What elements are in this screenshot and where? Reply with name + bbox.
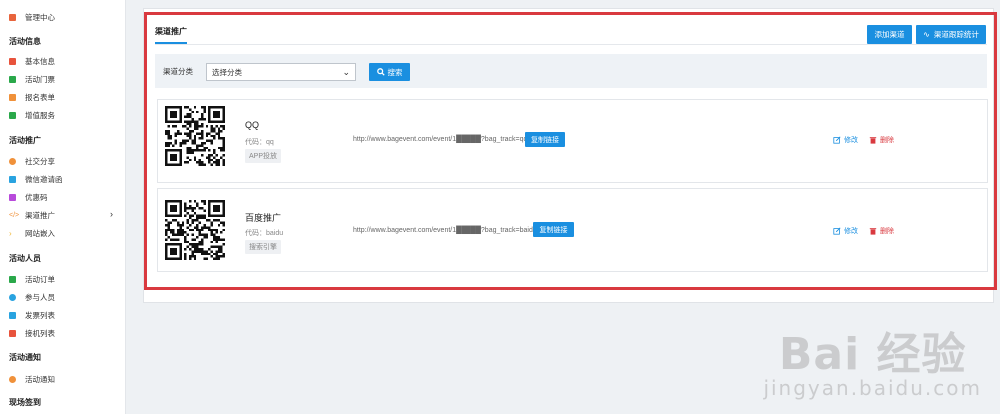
sidebar-item-basic-info[interactable]: 基本信息 [9,54,119,68]
sidebar-item-channel-promotion[interactable]: </> 渠道推广 › [9,208,119,222]
sidebar: 管理中心 活动信息 基本信息 活动门票 报名表单 增值服务 活动推广 社交分享 … [0,0,126,414]
sidebar-item-embed[interactable]: › 网站嵌入 [9,226,119,240]
sidebar-item-orders[interactable]: 活动订单 [9,272,119,286]
filter-label: 渠道分类 [163,67,193,76]
ticket-icon [9,75,16,83]
coupon-icon [9,193,16,201]
category-select[interactable]: 选择分类 ⌄ [206,63,356,81]
sidebar-section-checkin: 现场签到 [9,398,41,407]
code-icon: </> [9,211,20,219]
channel-stats-button[interactable]: ∿ 渠道跟踪统计 [916,25,986,44]
wechat-icon [9,175,16,183]
edit-button[interactable]: 修改 [833,226,858,236]
sidebar-item-label: 活动订单 [25,274,55,284]
channel-code: 代码：qq [245,139,274,146]
channel-code: 代码：baidu [245,230,284,237]
delete-button[interactable]: 删除 [869,226,894,236]
sidebar-item-label: 管理中心 [25,12,55,22]
sidebar-item-label: 报名表单 [25,92,55,102]
share-icon [9,157,16,165]
sidebar-item-label: 社交分享 [25,156,55,166]
invoice-icon [9,311,16,319]
sidebar-item-label: 网站嵌入 [25,228,55,238]
sidebar-item-label: 活动门票 [25,74,55,84]
sidebar-item-social-share[interactable]: 社交分享 [9,154,119,168]
search-button[interactable]: 搜索 [369,63,410,81]
category-select-value: 选择分类 [212,67,242,77]
sidebar-item-label: 增值服务 [25,110,55,120]
trash-icon [869,137,877,144]
channel-tag: 搜索引擎 [245,240,281,254]
edit-icon [833,136,841,144]
qr-code-baidu [165,200,225,260]
tab-divider [155,44,987,45]
chevron-down-icon: ⌄ [342,67,350,77]
channel-stats-label: 渠道跟踪统计 [933,30,979,39]
form-icon [9,93,16,101]
sidebar-item-form[interactable]: 报名表单 [9,90,119,104]
sidebar-item-pickup[interactable]: 接机列表 [9,326,119,340]
channel-card [157,99,988,183]
sidebar-item-label: 接机列表 [25,328,55,338]
delete-label: 删除 [880,228,894,235]
sidebar-item-invoices[interactable]: 发票列表 [9,308,119,322]
sidebar-section-people: 活动人员 [9,254,41,263]
embed-icon: › [9,228,12,238]
sidebar-item-notify[interactable]: 活动通知 [9,372,119,386]
sidebar-item-label: 发票列表 [25,310,55,320]
baidu-jingyan-watermark: Bai 经验 jingyan.baidu.com [763,318,982,400]
service-icon [9,111,16,119]
channel-name: QQ [245,120,260,130]
channel-url: http://www.bagevent.com/event/1█████?bag… [353,136,528,143]
sidebar-item-label: 参与人员 [25,292,55,302]
sidebar-item-label: 微信邀请函 [25,174,63,184]
edit-button[interactable]: 修改 [833,135,858,145]
copy-link-button[interactable]: 复制链接 [533,222,574,237]
delete-button[interactable]: 删除 [869,135,894,145]
watermark-url: jingyan.baidu.com [763,376,982,400]
sidebar-item-label: 优惠码 [25,192,48,202]
chevron-right-icon: › [110,209,113,219]
grid-icon [9,13,16,21]
sidebar-section-activity-info: 活动信息 [9,37,41,46]
trash-icon [869,228,877,235]
sidebar-section-promotion: 活动推广 [9,136,41,145]
copy-link-button[interactable]: 复制链接 [525,132,565,147]
sidebar-item-dashboard[interactable]: 管理中心 [9,10,119,24]
sidebar-section-notify: 活动通知 [9,353,41,362]
people-icon [9,293,16,301]
sidebar-item-label: 基本信息 [25,56,55,66]
edit-label: 修改 [844,228,858,235]
sidebar-item-label: 活动通知 [25,374,55,384]
order-icon [9,275,16,283]
delete-label: 删除 [880,137,894,144]
edit-label: 修改 [844,137,858,144]
gear-icon [9,375,16,383]
sidebar-item-services[interactable]: 增值服务 [9,108,119,122]
sidebar-item-wechat-invite[interactable]: 微信邀请函 [9,172,119,186]
sidebar-item-participants[interactable]: 参与人员 [9,290,119,304]
sidebar-item-label: 渠道推广 [25,210,55,220]
channel-name: 百度推广 [245,213,282,223]
add-channel-button[interactable]: 添加渠道 [867,25,912,44]
sidebar-item-tickets[interactable]: 活动门票 [9,72,119,86]
search-icon [376,68,385,76]
pickup-icon [9,329,16,337]
trend-icon: ∿ [923,30,930,39]
search-button-label: 搜索 [387,67,403,77]
channel-tag: APP投放 [245,149,282,163]
info-icon [9,57,16,65]
edit-icon [833,227,841,235]
tab-channel-promotion[interactable]: 渠道推广 [155,26,187,37]
qr-code-qq [165,106,225,166]
sidebar-item-coupon[interactable]: 优惠码 [9,190,119,204]
channel-url: http://www.bagevent.com/event/1█████?bag… [353,227,537,234]
watermark-logo: Bai 经验 [778,329,967,380]
